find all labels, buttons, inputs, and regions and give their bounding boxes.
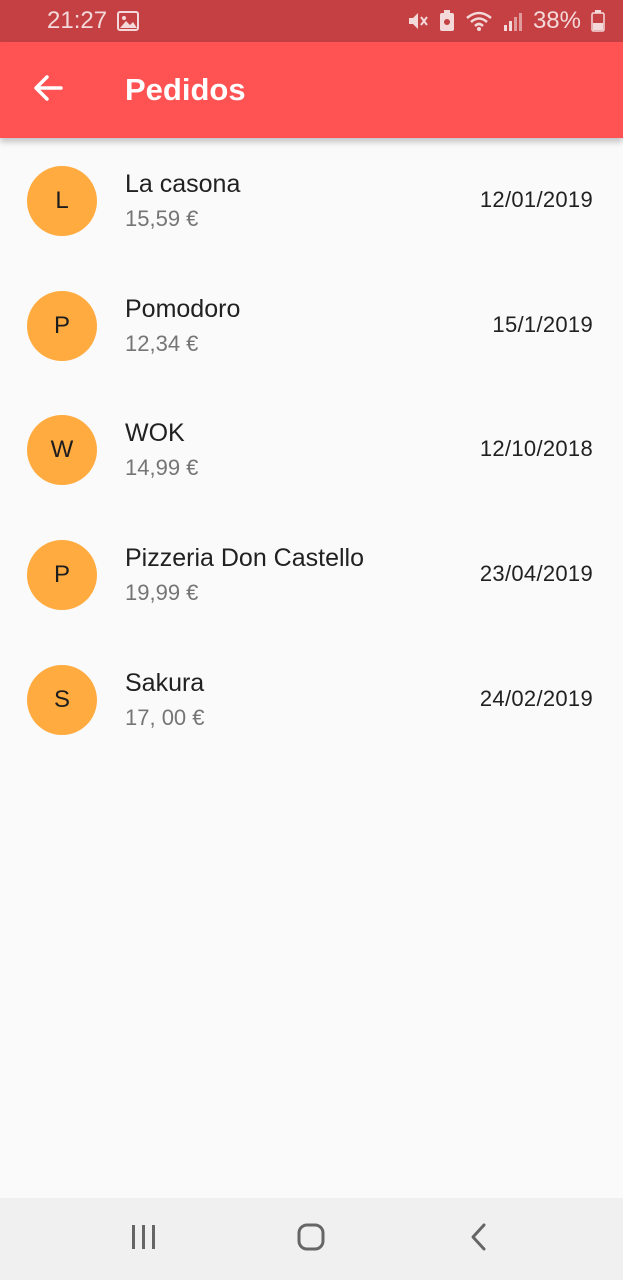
order-date: 24/02/2019 xyxy=(479,685,593,711)
app-bar: Pedidos xyxy=(0,42,623,138)
order-price: 19,99 € xyxy=(125,580,199,606)
status-left: 21:27 xyxy=(47,7,140,35)
status-time: 21:27 xyxy=(47,7,108,34)
page-title: Pedidos xyxy=(125,72,246,107)
restaurant-name: La casona xyxy=(125,170,241,198)
avatar: P xyxy=(27,290,97,361)
avatar: S xyxy=(27,664,97,735)
image-icon xyxy=(117,11,140,31)
battery-level: 38% xyxy=(532,7,581,34)
signal-icon xyxy=(503,11,523,31)
wifi-icon xyxy=(465,10,493,32)
home-icon xyxy=(296,1222,326,1257)
battery-saver-icon xyxy=(439,10,455,32)
avatar: W xyxy=(27,415,97,486)
status-bar: 21:27 38% xyxy=(0,0,623,42)
list-item[interactable]: S Sakura 17, 00 € 24/02/2019 xyxy=(0,637,623,762)
order-date: 15/1/2019 xyxy=(492,311,593,337)
arrow-left-icon xyxy=(33,74,63,106)
order-price: 15,59 € xyxy=(125,206,199,231)
restaurant-name: Pizzeria Don Castello xyxy=(125,544,364,573)
home-button[interactable] xyxy=(271,1209,351,1269)
battery-icon xyxy=(591,10,605,32)
list-item[interactable]: W WOK 14,99 € 12/10/2018 xyxy=(0,387,623,512)
avatar: P xyxy=(27,540,97,611)
list-item[interactable]: L La casona 15,59 € 12/01/2019 xyxy=(0,138,623,263)
mute-icon xyxy=(407,10,429,32)
avatar: L xyxy=(27,166,97,236)
order-date: 12/10/2018 xyxy=(479,436,593,462)
back-icon xyxy=(469,1222,489,1257)
system-back-button[interactable] xyxy=(439,1209,519,1269)
list-item[interactable]: P Pizzeria Don Castello 19,99 € 23/04/20… xyxy=(0,512,623,637)
order-price: 14,99 € xyxy=(125,455,199,481)
recents-button[interactable] xyxy=(104,1209,184,1269)
back-button[interactable] xyxy=(24,66,72,114)
restaurant-name: Pomodoro xyxy=(125,294,241,323)
order-date: 12/01/2019 xyxy=(479,187,593,212)
order-price: 12,34 € xyxy=(125,330,199,356)
order-date: 23/04/2019 xyxy=(479,561,593,587)
restaurant-name: Sakura xyxy=(125,668,205,697)
order-list: L La casona 15,59 € 12/01/2019 P Pomodor… xyxy=(0,138,623,761)
restaurant-name: WOK xyxy=(125,419,185,448)
screen: 21:27 38% Pedidos L La casona 15,59 € 12… xyxy=(0,0,623,1280)
list-item[interactable]: P Pomodoro 12,34 € 15/1/2019 xyxy=(0,263,623,388)
order-price: 17, 00 € xyxy=(125,704,205,730)
system-nav-bar xyxy=(0,1198,623,1280)
status-right: 38% xyxy=(407,7,605,35)
recents-icon xyxy=(129,1223,159,1256)
